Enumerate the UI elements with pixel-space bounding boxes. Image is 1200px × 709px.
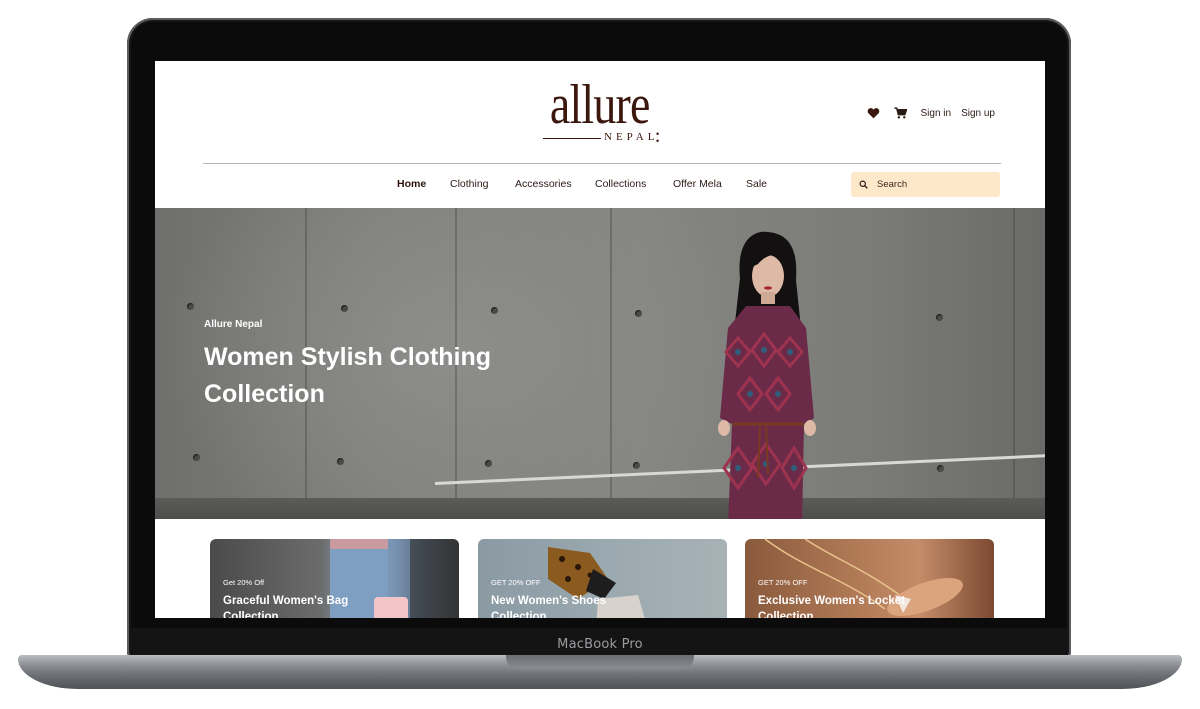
wall-seam xyxy=(1013,208,1015,519)
search-input[interactable]: Search xyxy=(851,172,1000,197)
card-discount-tag: GET 20% OFF xyxy=(758,578,808,587)
wall-bolt xyxy=(337,458,344,465)
logo-subtitle: NEPAL xyxy=(604,131,659,143)
hero-title: Women Stylish Clothing Collection xyxy=(204,343,492,408)
logo-wordmark: allure xyxy=(550,74,650,136)
logo-subline: NEPAL • • xyxy=(543,129,663,146)
wall-bolt xyxy=(936,314,943,321)
wall-bolt xyxy=(491,307,498,314)
model-photo xyxy=(718,231,816,519)
wall-seam xyxy=(610,208,612,519)
hero-banner: Allure Nepal Women Stylish Clothing Coll… xyxy=(155,208,1045,519)
card-title: Graceful Women's Bag Collection xyxy=(223,595,349,618)
card-title: New Women's Shoes Collection xyxy=(491,595,606,618)
laptop-notch xyxy=(506,655,694,669)
cart-icon[interactable] xyxy=(894,107,907,119)
card-discount-tag: Get 20% Off xyxy=(223,578,265,587)
wall-bolt xyxy=(937,465,944,472)
device-model-label: MacBook Pro xyxy=(557,637,643,652)
nav-item-offer-mela[interactable]: Offer Mela xyxy=(673,178,746,190)
brand-logo[interactable]: allure xyxy=(155,74,1045,136)
card-title: Exclusive Women's Locket Collection xyxy=(758,595,905,618)
category-card-lockets[interactable]: GET 20% OFF Exclusive Women's Locket Col… xyxy=(745,539,994,618)
nav-item-home[interactable]: Home xyxy=(397,178,450,190)
nav-item-accessories[interactable]: Accessories xyxy=(515,178,595,190)
nav-item-clothing[interactable]: Clothing xyxy=(450,178,515,190)
logo-rule xyxy=(543,138,601,139)
wall-bolt xyxy=(193,454,200,461)
wall-bolt xyxy=(187,303,194,310)
website-screen: allure NEPAL • • Sign in Sign up Home Clo… xyxy=(155,61,1045,618)
logo-dots-mark: • • xyxy=(656,129,660,146)
hero-floor xyxy=(155,498,1045,519)
sign-in-link[interactable]: Sign in xyxy=(921,108,952,119)
heart-icon[interactable] xyxy=(867,107,880,119)
nav-item-collections[interactable]: Collections xyxy=(595,178,673,190)
wall-bolt xyxy=(341,305,348,312)
wall-bolt xyxy=(485,460,492,467)
category-card-bags[interactable]: Get 20% Off Graceful Women's Bag Collect… xyxy=(210,539,459,618)
category-card-shoes[interactable]: GET 20% OFF New Women's Shoes Collection xyxy=(478,539,727,618)
nav-item-sale[interactable]: Sale xyxy=(746,178,776,190)
header-divider xyxy=(203,163,1001,164)
main-nav: Home Clothing Accessories Collections Of… xyxy=(397,178,776,190)
card-discount-tag: GET 20% OFF xyxy=(491,578,541,587)
wall-bolt xyxy=(633,462,640,469)
search-icon xyxy=(859,176,868,194)
header-actions: Sign in Sign up xyxy=(867,107,995,119)
sign-up-link[interactable]: Sign up xyxy=(961,108,995,119)
wall-bolt xyxy=(635,310,642,317)
hero-subtitle: Allure Nepal xyxy=(204,319,263,330)
search-placeholder: Search xyxy=(877,179,908,190)
